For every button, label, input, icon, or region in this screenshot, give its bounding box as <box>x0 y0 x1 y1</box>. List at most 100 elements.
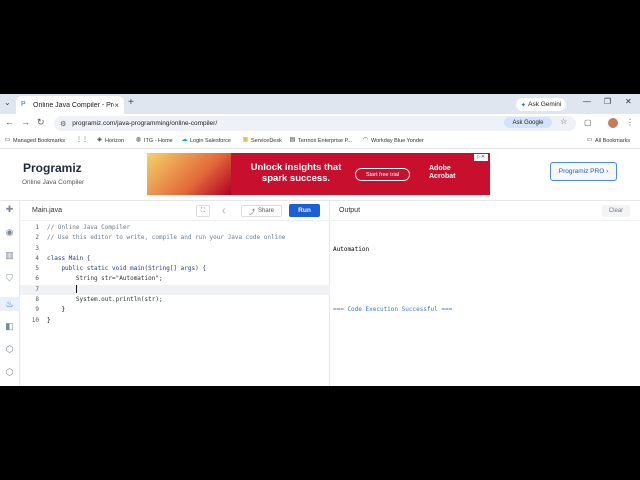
bookmark-label: Horizon <box>105 137 124 144</box>
share-button[interactable]: ⤴ Share <box>241 205 282 217</box>
line-text: public static void main(String[] args) { <box>47 265 206 273</box>
code-line: 2 // Use this editor to write, compile an… <box>20 233 330 243</box>
programiz-logo[interactable]: Programiz <box>23 161 82 175</box>
html-icon[interactable]: ⛉ <box>4 273 15 284</box>
tab-strip: ⌄ P Online Java Compiler - Progra... × +… <box>0 94 640 114</box>
bookmark-salesforce[interactable]: ☁ Login Salesforce <box>181 137 231 144</box>
output-success-line: === Code Execution Successful === <box>333 306 453 313</box>
line-number: 1 <box>35 224 39 231</box>
java-icon[interactable]: ♨ <box>4 299 15 310</box>
output-header: Output Clear <box>331 201 640 221</box>
file-tab[interactable]: Main.java <box>32 207 62 214</box>
browser-tab[interactable]: P Online Java Compiler - Progra... × <box>16 96 124 114</box>
code-line: 3 <box>20 244 330 254</box>
folder-icon: ▭ <box>4 137 11 143</box>
back-icon[interactable]: ← <box>5 117 14 127</box>
editor-header: Main.java ⛶ ☾ ⤴ Share Run <box>20 201 330 221</box>
code-line: 6 String str="Automation"; <box>20 274 330 284</box>
tab-search-icon[interactable]: ⌄ <box>4 98 11 107</box>
new-tab-icon[interactable]: + <box>128 97 134 108</box>
folder-icon: ▭ <box>586 137 593 143</box>
line-number: 9 <box>35 306 39 314</box>
ad-brand-line-1: Adobe <box>429 165 451 172</box>
line-text <box>47 285 77 295</box>
bookmark-itg-home[interactable]: ◍ ITG - Home <box>135 137 173 144</box>
gemini-spark-icon: ✦ <box>520 101 527 109</box>
menu-kebab-icon[interactable]: ⋮ <box>626 118 634 127</box>
all-bookmarks-label: All Bookmarks <box>595 137 631 144</box>
bookmark-label: ITG - Home <box>144 137 173 144</box>
page-subtitle: Online Java Compiler <box>22 179 85 186</box>
ask-gemini-button[interactable]: ✦ Ask Gemini <box>516 98 566 111</box>
csharp-icon[interactable]: ⬡ <box>4 367 15 378</box>
bookmark-apps[interactable]: ⋮⋮ <box>76 137 88 144</box>
code-line-current: 7 <box>20 284 330 296</box>
clear-button[interactable]: Clear <box>602 205 630 217</box>
extensions-icon[interactable]: ▢ <box>584 118 592 127</box>
ask-google-label: Ask Google <box>512 119 544 126</box>
code-area[interactable]: 1 // Online Java Compiler 2 // Use this ed… <box>20 223 330 326</box>
bookmark-label: ServiceDesk <box>251 137 282 144</box>
profile-avatar[interactable] <box>608 118 618 128</box>
python-icon[interactable]: ✚ <box>4 204 15 215</box>
logo-text: Programiz <box>23 161 82 175</box>
ask-google-button[interactable]: Ask Google <box>504 117 552 128</box>
all-bookmarks[interactable]: ▭ All Bookmarks <box>586 137 631 144</box>
close-window-icon[interactable]: ✕ <box>625 97 632 106</box>
adobe-banner-ad[interactable]: Unlock insights that spark success. Star… <box>147 153 490 195</box>
text-cursor <box>75 285 77 294</box>
bookmark-workday[interactable]: ◠ Workday Blue Yonder <box>362 137 424 144</box>
address-bar[interactable]: ⚙ programiz.com/java-programming/online-… <box>54 116 576 131</box>
ad-brand-line-2: Acrobat <box>429 173 456 180</box>
page-icon: ▤ <box>289 137 296 143</box>
minimize-icon[interactable]: — <box>583 97 591 106</box>
output-panel: Output Clear Automation === Code Executi… <box>331 201 640 386</box>
cloud-icon: ☁ <box>181 137 188 143</box>
share-icon: ⤴ <box>248 209 255 216</box>
fullscreen-icon[interactable]: ⛶ <box>196 205 210 217</box>
browser-toolbar: ← → ↻ ⚙ programiz.com/java-programming/o… <box>0 114 640 133</box>
line-text: } <box>47 316 51 324</box>
c-lang-icon[interactable]: ◧ <box>4 321 15 332</box>
sql-icon[interactable]: ▥ <box>4 250 15 261</box>
restore-icon[interactable]: ❐ <box>604 97 611 106</box>
line-text: // Use this editor to write, compile and… <box>47 234 286 242</box>
adobe-logo: Adobe Acrobat <box>429 165 455 181</box>
output-title: Output <box>339 207 361 214</box>
code-line: 1 // Online Java Compiler <box>20 223 330 233</box>
run-button[interactable]: Run <box>289 204 320 217</box>
code-editor-panel: Main.java ⛶ ☾ ⤴ Share Run 1 // Online Jav… <box>20 201 330 386</box>
globe-icon: ◍ <box>135 137 142 143</box>
cpp-icon[interactable]: ⬡ <box>4 344 15 355</box>
bookmark-horizon[interactable]: ◈ Horizon <box>96 137 124 144</box>
ad-headline-line-1: Unlock insights that <box>250 162 342 173</box>
line-number: 4 <box>35 254 39 262</box>
bookmark-star-icon[interactable]: ☆ <box>560 117 567 126</box>
forward-icon[interactable]: → <box>21 117 30 127</box>
share-label: Share <box>258 208 275 214</box>
reload-icon[interactable]: ↻ <box>37 117 45 128</box>
ad-headline: Unlock insights that spark success. <box>247 162 345 184</box>
ad-choices-icon[interactable]: ▷✕ <box>474 154 488 161</box>
code-line: 10} <box>20 316 330 326</box>
ad-image <box>147 153 231 195</box>
line-number: 8 <box>35 296 39 304</box>
site-info-icon[interactable]: ⚙ <box>60 120 66 128</box>
output-console: Automation === Code Execution Successful… <box>333 225 452 335</box>
bookmark-terrnox[interactable]: ▤ Terrnox Enterprise P... <box>289 137 352 144</box>
bookmark-managed[interactable]: ▭ Managed Bookmarks <box>4 137 65 144</box>
theme-toggle-icon[interactable]: ☾ <box>218 205 232 217</box>
line-text: } <box>47 306 66 314</box>
r-lang-icon[interactable]: ◉ <box>4 227 15 238</box>
bookmark-servicedesk[interactable]: ▦ ServiceDesk <box>242 137 282 144</box>
tab-title: Online Java Compiler - Progra... <box>33 101 114 109</box>
ad-cta-button[interactable]: Start free trial <box>355 168 410 181</box>
line-number: 5 <box>35 265 39 273</box>
output-line: Automation <box>333 246 370 253</box>
code-line: 5 public static void main(String[] args)… <box>20 264 330 274</box>
line-number: 2 <box>35 234 39 242</box>
programiz-pro-button[interactable]: Programiz PRO › <box>550 162 617 181</box>
line-number: 6 <box>35 275 39 283</box>
servicedesk-icon: ▦ <box>242 137 249 143</box>
close-tab-icon[interactable]: × <box>114 101 119 110</box>
